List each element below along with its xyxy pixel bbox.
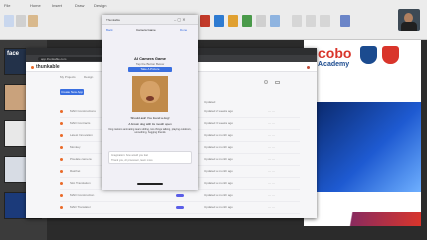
project-updated: Updated a month ago xyxy=(204,205,233,209)
shape-green-icon[interactable] xyxy=(242,15,252,27)
search-icon[interactable] xyxy=(264,80,268,84)
shape-blue-icon[interactable] xyxy=(214,15,224,27)
tab-file[interactable]: File xyxy=(4,3,10,8)
project-name: Monkey xyxy=(70,145,81,149)
project-name: Pixelate camera xyxy=(70,157,92,161)
project-icon xyxy=(60,158,63,161)
row-actions-icon[interactable]: ⋯ ⋯ xyxy=(268,121,275,125)
game-heading: AI Camera Game xyxy=(133,56,166,61)
badge-shield-red xyxy=(382,46,399,64)
home-indicator xyxy=(137,183,163,185)
table-row[interactable]: MAD Translator Updated a month ago ⋯ ⋯ xyxy=(60,202,300,214)
result-description: Dog melons animating tears sittling, two… xyxy=(108,128,192,135)
nav-design[interactable]: Design xyxy=(84,75,93,79)
grid-view-icon[interactable] xyxy=(275,81,280,84)
dog-mouth xyxy=(146,96,154,101)
row-actions-icon[interactable]: ⋯ ⋯ xyxy=(268,169,275,173)
app-preview-window: Thunkable – ▢ ✕ Back Camera Game Done AI… xyxy=(102,15,198,190)
row-actions-icon[interactable]: ⋯ ⋯ xyxy=(268,145,275,149)
game-subheading: Tap the Button Below xyxy=(135,62,165,66)
tab-design[interactable]: Design xyxy=(94,3,106,8)
project-icon xyxy=(60,206,63,209)
thunkable-brand: thunkable xyxy=(36,64,60,70)
shape-red-icon[interactable] xyxy=(200,15,210,27)
cobo-logo-text: cobo xyxy=(318,45,352,61)
user-avatar[interactable] xyxy=(307,65,310,69)
project-name: MAD Contracts xyxy=(70,121,91,125)
project-updated: Updated a month ago xyxy=(204,157,233,161)
cobo-logo-subtitle: Academy xyxy=(318,61,350,68)
slide-footer-band xyxy=(304,212,421,226)
thumb-title: face xyxy=(7,51,20,57)
row-actions-icon[interactable]: ⋯ ⋯ xyxy=(268,109,275,113)
shape-yellow-icon[interactable] xyxy=(228,15,238,27)
preview-window-title: Thunkable xyxy=(106,18,121,22)
tab-draw[interactable]: Draw xyxy=(75,3,84,8)
result-line-1: Should ask! You found a dog! xyxy=(130,116,170,120)
project-icon xyxy=(60,182,63,185)
nav-my-projects[interactable]: My Projects xyxy=(60,75,76,79)
done-button[interactable]: Done xyxy=(180,28,187,32)
table-row[interactable]: MAD Construction Updated a month ago ⋯ ⋯ xyxy=(60,190,300,202)
badge-shield-blue xyxy=(360,46,377,64)
project-name: MAD Constructions xyxy=(70,109,96,113)
project-icon xyxy=(60,134,63,137)
row-actions-icon[interactable]: ⋯ ⋯ xyxy=(268,181,275,185)
project-updated: Updated a month ago xyxy=(204,169,233,173)
slide-tech-image xyxy=(317,102,421,192)
row-actions-icon[interactable]: ⋯ ⋯ xyxy=(268,205,275,209)
project-updated: Updated a month ago xyxy=(204,181,233,185)
status-badge xyxy=(176,194,184,197)
project-updated: Updated 2 weeks ago xyxy=(204,109,234,113)
screen-title: Camera Game xyxy=(136,28,156,32)
project-name: Latest Innovation xyxy=(70,133,93,137)
project-icon xyxy=(60,146,63,149)
paste-icon[interactable] xyxy=(4,15,14,27)
result-line-2: A brown dog with its mouth open xyxy=(128,122,172,126)
project-name: MAD Construction xyxy=(70,193,95,197)
project-icon xyxy=(60,122,63,125)
project-icon xyxy=(60,170,63,173)
take-picture-button[interactable]: Take A Picture xyxy=(128,67,172,72)
project-updated: Updated a month ago xyxy=(204,193,233,197)
quick-styles-icon[interactable] xyxy=(270,15,280,27)
presenter-body xyxy=(401,22,417,31)
project-name: MAD Translator xyxy=(70,205,91,209)
arrange-icon[interactable] xyxy=(256,15,266,27)
current-slide[interactable]: cobo Academy xyxy=(304,40,421,226)
row-actions-icon[interactable]: ⋯ ⋯ xyxy=(268,157,275,161)
find-icon[interactable] xyxy=(292,15,302,27)
preview-navbar: Back Camera Game Done xyxy=(102,26,198,34)
replace-icon[interactable] xyxy=(306,15,316,27)
project-name: Ratchet xyxy=(70,169,81,173)
tab-home[interactable]: Home xyxy=(30,3,41,8)
preview-titlebar: Thunkable – ▢ ✕ xyxy=(102,15,198,25)
column-updated: Updated xyxy=(204,100,216,104)
cut-icon[interactable] xyxy=(16,15,26,27)
status-badge xyxy=(176,206,184,209)
imagination-input[interactable]: Imagination: how would you feel Thank yo… xyxy=(108,151,192,164)
window-controls-icon[interactable]: – ▢ ✕ xyxy=(174,17,186,22)
project-updated: Updated a month ago xyxy=(204,133,233,137)
project-icon xyxy=(60,110,63,113)
project-updated: Updated a month ago xyxy=(204,145,233,149)
designer-icon[interactable] xyxy=(340,15,350,27)
presenter-webcam xyxy=(398,9,420,31)
thunkable-logo-icon xyxy=(31,65,34,69)
select-icon[interactable] xyxy=(320,15,330,27)
project-icon xyxy=(60,194,63,197)
tab-insert[interactable]: Insert xyxy=(52,3,62,8)
create-new-app-button[interactable]: Create New App xyxy=(60,89,84,95)
project-updated: Updated 3 weeks ago xyxy=(204,121,234,125)
host-ribbon: File Home Insert Draw Design xyxy=(0,0,427,40)
new-slide-icon[interactable] xyxy=(28,15,38,27)
row-actions-icon[interactable]: ⋯ ⋯ xyxy=(268,133,275,137)
row-actions-icon[interactable]: ⋯ ⋯ xyxy=(268,193,275,197)
captured-photo xyxy=(132,76,168,112)
footer-text: Thank you, AI processor, learn more xyxy=(111,159,153,162)
back-button[interactable]: Back xyxy=(106,28,113,32)
input-placeholder: Imagination: how would you feel xyxy=(111,154,148,157)
project-name: Slot Translation xyxy=(70,181,91,185)
